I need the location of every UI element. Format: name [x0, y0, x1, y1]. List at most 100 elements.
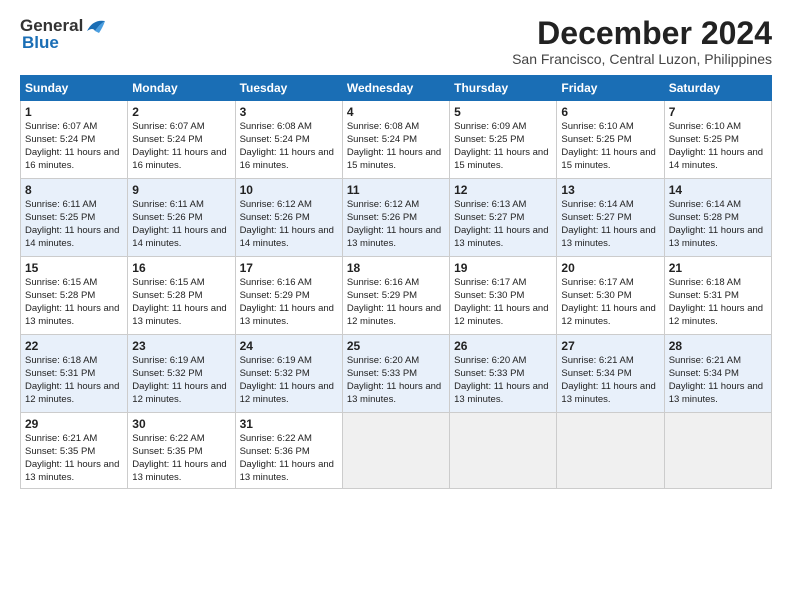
sunset-text: Sunset: 5:25 PM — [669, 134, 739, 145]
calendar: SundayMondayTuesdayWednesdayThursdayFrid… — [20, 75, 772, 488]
sunset-text: Sunset: 5:26 PM — [132, 212, 202, 223]
calendar-cell: 22Sunrise: 6:18 AMSunset: 5:31 PMDayligh… — [21, 335, 128, 413]
sunrise-text: Sunrise: 6:09 AM — [454, 121, 526, 132]
day-number: 21 — [669, 260, 767, 276]
day-number: 30 — [132, 416, 230, 432]
calendar-cell: 17Sunrise: 6:16 AMSunset: 5:29 PMDayligh… — [235, 257, 342, 335]
header: General Blue December 2024 San Francisco… — [20, 16, 772, 67]
day-number: 31 — [240, 416, 338, 432]
calendar-cell: 18Sunrise: 6:16 AMSunset: 5:29 PMDayligh… — [342, 257, 449, 335]
day-number: 13 — [561, 182, 659, 198]
calendar-cell: 3Sunrise: 6:08 AMSunset: 5:24 PMDaylight… — [235, 101, 342, 179]
calendar-cell: 20Sunrise: 6:17 AMSunset: 5:30 PMDayligh… — [557, 257, 664, 335]
calendar-cell: 1Sunrise: 6:07 AMSunset: 5:24 PMDaylight… — [21, 101, 128, 179]
sunrise-text: Sunrise: 6:19 AM — [240, 355, 312, 366]
sunrise-text: Sunrise: 6:19 AM — [132, 355, 204, 366]
calendar-cell: 19Sunrise: 6:17 AMSunset: 5:30 PMDayligh… — [450, 257, 557, 335]
calendar-cell — [342, 413, 449, 488]
calendar-header-row: SundayMondayTuesdayWednesdayThursdayFrid… — [21, 76, 772, 101]
weekday-header-wednesday: Wednesday — [342, 76, 449, 101]
daylight-text: Daylight: 11 hours and 13 minutes. — [454, 225, 548, 249]
day-number: 15 — [25, 260, 123, 276]
calendar-body: 1 Sunrise: 6:07 AM Sunset: 5:24 PM Daylight… — [21, 101, 772, 488]
daylight-text: Daylight: 11 hours and 15 minutes. — [561, 147, 655, 171]
sunrise-text: Sunrise: 6:13 AM — [454, 199, 526, 210]
calendar-cell: 12Sunrise: 6:13 AMSunset: 5:27 PMDayligh… — [450, 179, 557, 257]
calendar-cell: 29Sunrise: 6:21 AMSunset: 5:35 PMDayligh… — [21, 413, 128, 488]
calendar-cell: 14Sunrise: 6:14 AMSunset: 5:28 PMDayligh… — [664, 179, 771, 257]
daylight-text: Daylight: 11 hours and 14 minutes. — [132, 225, 226, 249]
daylight-text: Daylight: 11 hours and 16 minutes. — [25, 147, 119, 171]
daylight-text: Daylight: 11 hours and 13 minutes. — [25, 303, 119, 327]
sunrise-text: Sunrise: 6:20 AM — [454, 355, 526, 366]
calendar-cell: 2Sunrise: 6:07 AMSunset: 5:24 PMDaylight… — [128, 101, 235, 179]
sunset-text: Sunset: 5:30 PM — [561, 290, 631, 301]
day-number: 1 — [25, 104, 123, 120]
sunrise-text: Sunrise: 6:14 AM — [561, 199, 633, 210]
daylight-text: Daylight: 11 hours and 12 minutes. — [347, 303, 441, 327]
weekday-header-saturday: Saturday — [664, 76, 771, 101]
sunrise-text: Sunrise: 6:16 AM — [347, 277, 419, 288]
sunset-text: Sunset: 5:24 PM — [25, 134, 95, 145]
calendar-cell: 4Sunrise: 6:08 AMSunset: 5:24 PMDaylight… — [342, 101, 449, 179]
sunrise-text: Sunrise: 6:18 AM — [25, 355, 97, 366]
calendar-cell: 26Sunrise: 6:20 AMSunset: 5:33 PMDayligh… — [450, 335, 557, 413]
sunrise-text: Sunrise: 6:17 AM — [454, 277, 526, 288]
day-number: 20 — [561, 260, 659, 276]
sunrise-text: Sunrise: 6:08 AM — [347, 121, 419, 132]
calendar-cell: 6Sunrise: 6:10 AMSunset: 5:25 PMDaylight… — [557, 101, 664, 179]
calendar-cell: 7Sunrise: 6:10 AMSunset: 5:25 PMDaylight… — [664, 101, 771, 179]
logo-blue: Blue — [22, 33, 59, 53]
daylight-text: Daylight: 11 hours and 13 minutes. — [347, 381, 441, 405]
day-number: 5 — [454, 104, 552, 120]
daylight-text: Daylight: 11 hours and 15 minutes. — [454, 147, 548, 171]
daylight-text: Daylight: 11 hours and 13 minutes. — [669, 225, 763, 249]
sunrise-text: Sunrise: 6:12 AM — [347, 199, 419, 210]
sunrise-text: Sunrise: 6:10 AM — [561, 121, 633, 132]
calendar-cell: 11Sunrise: 6:12 AM Sunset: 5:26 PM Dayligh… — [342, 179, 449, 257]
calendar-cell: 15Sunrise: 6:15 AMSunset: 5:28 PMDayligh… — [21, 257, 128, 335]
sunset-text: Sunset: 5:30 PM — [454, 290, 524, 301]
calendar-week-5: 29Sunrise: 6:21 AMSunset: 5:35 PMDayligh… — [21, 413, 772, 488]
sunset-text: Sunset: 5:24 PM — [132, 134, 202, 145]
calendar-week-1: 1 Sunrise: 6:07 AM Sunset: 5:24 PM Daylight… — [21, 101, 772, 179]
day-number: 11 — [347, 182, 445, 198]
daylight-text: Daylight: 11 hours and 14 minutes. — [669, 147, 763, 171]
sunrise-text: Sunrise: 6:22 AM — [240, 433, 312, 444]
calendar-cell: 31Sunrise: 6:22 AMSunset: 5:36 PMDayligh… — [235, 413, 342, 488]
calendar-cell: 25Sunrise: 6:20 AMSunset: 5:33 PMDayligh… — [342, 335, 449, 413]
sunrise-text: Sunrise: 6:07 AM — [132, 121, 204, 132]
sunrise-text: Sunrise: 6:12 AM — [240, 199, 312, 210]
sunset-text: Sunset: 5:31 PM — [25, 368, 95, 379]
daylight-text: Daylight: 11 hours and 12 minutes. — [132, 381, 226, 405]
title-block: December 2024 San Francisco, Central Luz… — [512, 16, 772, 67]
sunset-text: Sunset: 5:24 PM — [240, 134, 310, 145]
calendar-cell: 8Sunrise: 6:11 AMSunset: 5:25 PMDaylight… — [21, 179, 128, 257]
daylight-text: Daylight: 11 hours and 14 minutes. — [240, 225, 334, 249]
daylight-text: Daylight: 11 hours and 13 minutes. — [669, 381, 763, 405]
calendar-cell: 21Sunrise: 6:18 AMSunset: 5:31 PMDayligh… — [664, 257, 771, 335]
daylight-text: Daylight: 11 hours and 12 minutes. — [25, 381, 119, 405]
day-number: 27 — [561, 338, 659, 354]
weekday-header-monday: Monday — [128, 76, 235, 101]
daylight-text: Daylight: 11 hours and 12 minutes. — [561, 303, 655, 327]
sunrise-text: Sunrise: 6:21 AM — [25, 433, 97, 444]
day-number: 26 — [454, 338, 552, 354]
weekday-header-thursday: Thursday — [450, 76, 557, 101]
calendar-cell — [450, 413, 557, 488]
daylight-text: Daylight: 11 hours and 12 minutes. — [240, 381, 334, 405]
sunset-text: Sunset: 5:26 PM — [347, 212, 417, 223]
sunset-text: Sunset: 5:28 PM — [669, 212, 739, 223]
daylight-text: Daylight: 11 hours and 13 minutes. — [347, 225, 441, 249]
month-title: December 2024 — [512, 16, 772, 51]
sunset-text: Sunset: 5:24 PM — [347, 134, 417, 145]
weekday-header-tuesday: Tuesday — [235, 76, 342, 101]
daylight-text: Daylight: 11 hours and 13 minutes. — [25, 459, 119, 483]
daylight-text: Daylight: 11 hours and 13 minutes. — [132, 459, 226, 483]
daylight-text: Daylight: 11 hours and 13 minutes. — [454, 381, 548, 405]
sunrise-text: Sunrise: 6:21 AM — [561, 355, 633, 366]
daylight-text: Daylight: 11 hours and 16 minutes. — [240, 147, 334, 171]
sunrise-text: Sunrise: 6:14 AM — [669, 199, 741, 210]
sunset-text: Sunset: 5:35 PM — [25, 446, 95, 457]
daylight-text: Daylight: 11 hours and 16 minutes. — [132, 147, 226, 171]
